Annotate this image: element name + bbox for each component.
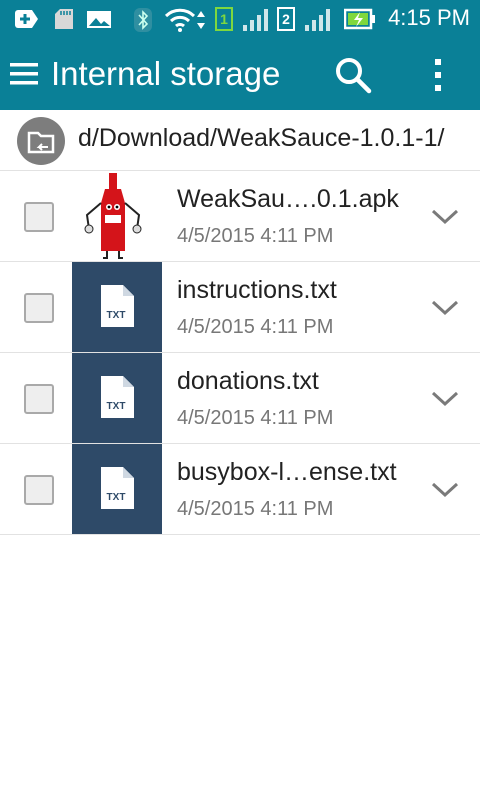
app-bar: Internal storage <box>0 38 480 110</box>
txt-file-icon: TXT <box>101 376 134 418</box>
current-path: d/Download/WeakSauce-1.0.1-1/ <box>78 124 445 152</box>
image-icon <box>87 11 111 28</box>
chevron-down-icon[interactable] <box>430 207 460 227</box>
chevron-down-icon[interactable] <box>430 389 460 409</box>
file-date: 4/5/2015 4:11 PM <box>177 316 334 338</box>
txt-thumbnail: TXT <box>72 262 162 352</box>
file-name: busybox-l…ense.txt <box>177 458 397 486</box>
sim2-indicator: 2 <box>277 7 295 31</box>
chevron-down-icon[interactable] <box>430 480 460 500</box>
file-checkbox[interactable] <box>24 202 54 232</box>
txt-file-icon: TXT <box>101 285 134 327</box>
signal-strength-icon-2 <box>305 9 330 31</box>
chevron-down-icon[interactable] <box>430 298 460 318</box>
sim1-label: 1 <box>220 11 228 27</box>
status-bar: 1 2 4:15 PM <box>0 0 480 38</box>
apk-bottle-icon <box>84 173 142 259</box>
file-row-apk[interactable]: WeakSau….0.1.apk 4/5/2015 4:11 PM <box>0 171 480 262</box>
file-checkbox[interactable] <box>24 293 54 323</box>
bluetooth-icon <box>134 8 152 32</box>
txt-label: TXT <box>107 401 126 412</box>
file-date: 4/5/2015 4:11 PM <box>177 407 334 429</box>
file-date: 4/5/2015 4:11 PM <box>177 225 334 247</box>
file-row-busybox[interactable]: TXT busybox-l…ense.txt 4/5/2015 4:11 PM <box>0 444 480 535</box>
file-checkbox[interactable] <box>24 384 54 414</box>
file-row-donations[interactable]: TXT donations.txt 4/5/2015 4:11 PM <box>0 353 480 444</box>
txt-thumbnail: TXT <box>72 444 162 534</box>
wifi-icon <box>164 8 205 32</box>
folder-return-icon <box>27 131 55 154</box>
search-icon[interactable] <box>334 56 372 94</box>
txt-file-icon: TXT <box>101 467 134 509</box>
txt-thumbnail: TXT <box>72 353 162 443</box>
file-date: 4/5/2015 4:11 PM <box>177 498 334 520</box>
file-name: instructions.txt <box>177 276 337 304</box>
file-name: WeakSau….0.1.apk <box>177 185 399 213</box>
sim2-label: 2 <box>282 11 290 27</box>
more-options-icon[interactable] <box>426 58 450 92</box>
status-time: 4:15 PM <box>388 5 470 30</box>
txt-label: TXT <box>107 310 126 321</box>
path-back-button[interactable] <box>17 117 65 165</box>
sim1-indicator: 1 <box>215 7 233 31</box>
file-checkbox[interactable] <box>24 475 54 505</box>
menu-icon[interactable] <box>10 60 38 88</box>
path-breadcrumb: d/Download/WeakSauce-1.0.1-1/ <box>0 110 480 171</box>
signal-strength-icon-1 <box>243 9 268 31</box>
add-notification-icon <box>15 10 38 28</box>
file-name: donations.txt <box>177 367 319 395</box>
battery-charging-icon <box>344 8 375 30</box>
sd-card-icon <box>55 9 73 29</box>
apk-thumbnail <box>72 171 162 261</box>
file-row-instructions[interactable]: TXT instructions.txt 4/5/2015 4:11 PM <box>0 262 480 353</box>
txt-label: TXT <box>107 492 126 503</box>
page-title: Internal storage <box>51 55 281 92</box>
